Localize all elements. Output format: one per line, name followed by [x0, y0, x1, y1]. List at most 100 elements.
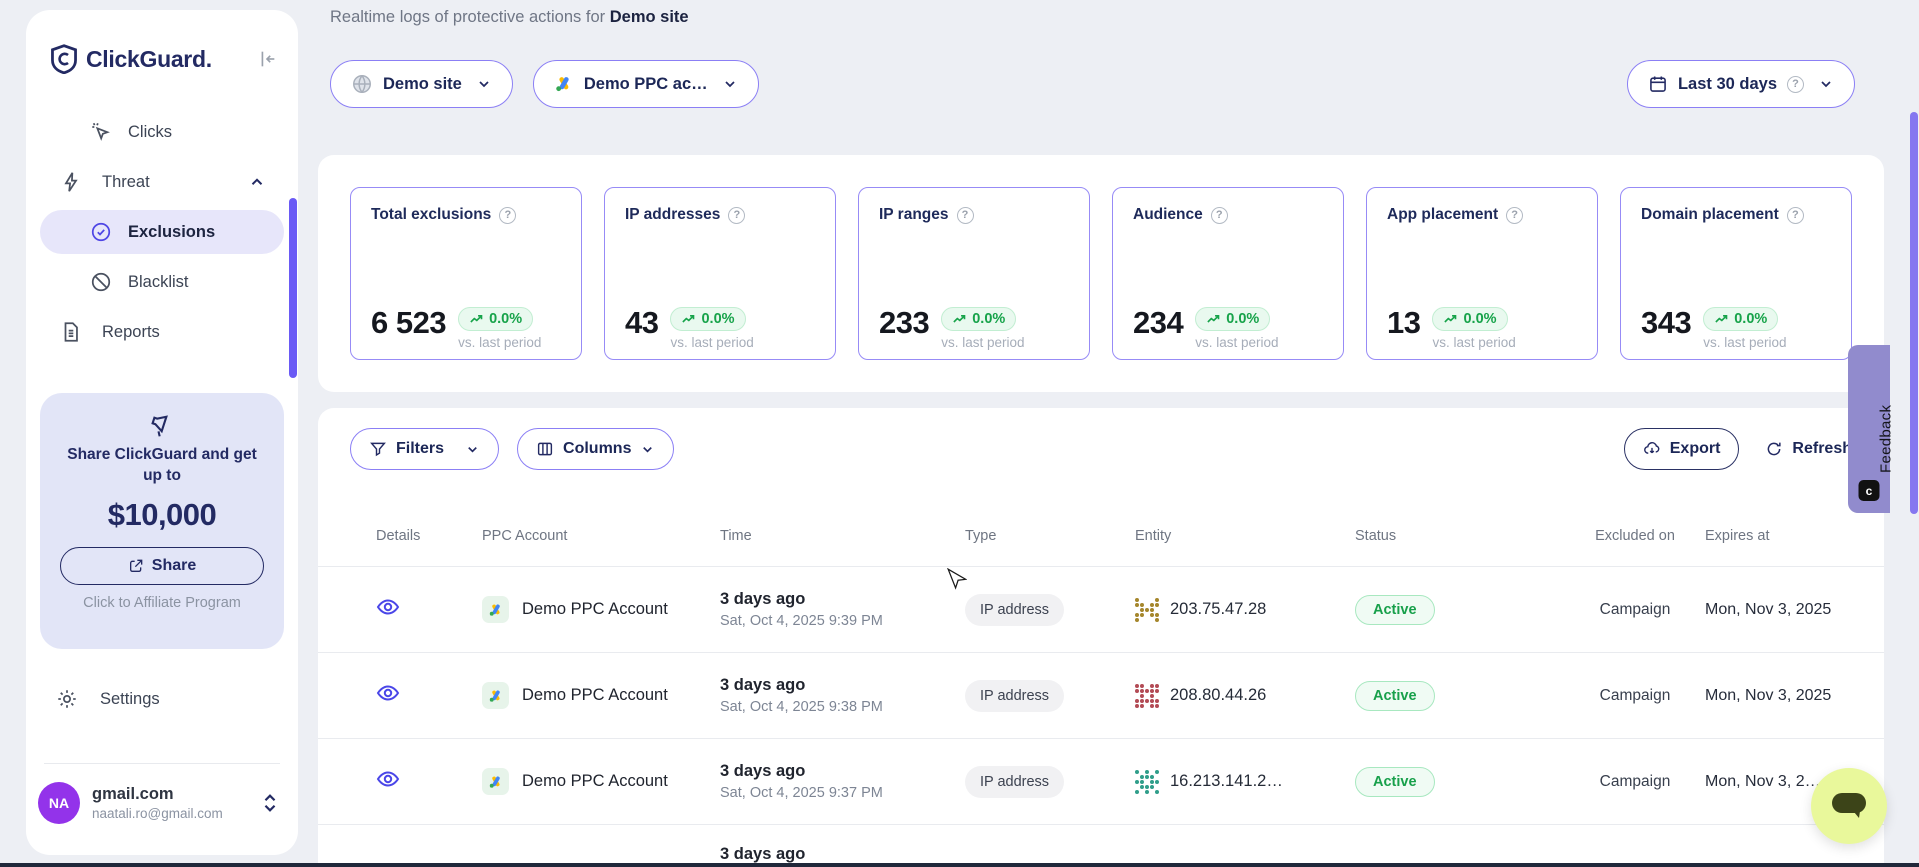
filter-icon	[369, 440, 387, 458]
stat-label: App placement	[1387, 206, 1498, 224]
refresh-button[interactable]: Refresh	[1765, 440, 1852, 458]
help-icon[interactable]: ?	[957, 207, 974, 224]
viewport-bottom-strip	[0, 863, 1919, 867]
status-badge: Active	[1355, 595, 1435, 625]
brand-logo[interactable]: ClickGuard.	[50, 44, 212, 74]
columns-icon	[536, 440, 554, 458]
context-selectors: Demo site Demo PPC ac…	[330, 60, 759, 108]
user-meta: gmail.com naatali.ro@gmail.com	[92, 785, 223, 821]
export-button[interactable]: Export	[1624, 428, 1740, 470]
sidebar-item-label: Clicks	[128, 123, 172, 142]
stat-label: IP addresses	[625, 206, 720, 224]
date-range-value: Last 30 days	[1678, 75, 1777, 94]
site-selector-value: Demo site	[383, 75, 462, 94]
sidebar-item-clicks[interactable]: Clicks	[26, 110, 298, 154]
external-link-icon	[128, 558, 144, 574]
user-email: naatali.ro@gmail.com	[92, 806, 223, 821]
column-header-expires-at[interactable]: Expires at	[1690, 528, 1852, 544]
table-row[interactable]: Demo PPC Account 3 days agoSat, Oct 4, 2…	[318, 567, 1884, 653]
ppc-account-selector[interactable]: Demo PPC ac…	[533, 60, 759, 108]
eye-icon	[376, 681, 400, 705]
stat-card-ip-addresses: IP addresses? 43 0.0%vs. last period	[604, 187, 836, 360]
affiliate-link[interactable]: Click to Affiliate Program	[40, 595, 284, 611]
promo-text: Share ClickGuard and get up to	[40, 445, 284, 487]
columns-label: Columns	[563, 440, 631, 458]
page-scrollbar[interactable]	[1910, 112, 1918, 514]
columns-button[interactable]: Columns	[517, 428, 674, 470]
help-icon[interactable]: ?	[728, 207, 745, 224]
table-row-partial[interactable]: 3 days ago	[318, 825, 1884, 867]
sidebar-collapse-icon[interactable]	[256, 48, 278, 70]
chat-launcher-button[interactable]	[1811, 768, 1887, 844]
stat-label: Total exclusions	[371, 206, 491, 224]
help-icon[interactable]: ?	[1787, 76, 1804, 93]
sidebar-item-threat[interactable]: Threat	[26, 160, 298, 204]
table-toolbar: Filters Columns Export Refresh	[350, 428, 1852, 470]
feedback-tab[interactable]: Feedback c	[1848, 345, 1890, 513]
view-details-button[interactable]	[376, 595, 400, 619]
sidebar-item-reports[interactable]: Reports	[26, 310, 298, 354]
chevron-down-icon	[722, 76, 738, 92]
help-icon[interactable]: ?	[1506, 207, 1523, 224]
stat-card-domain-placement: Domain placement? 343 0.0%vs. last perio…	[1620, 187, 1852, 360]
column-header-excluded-on[interactable]: Excluded on	[1580, 526, 1690, 546]
chevron-down-icon	[1818, 76, 1834, 92]
google-ads-icon	[482, 682, 509, 709]
column-header-details[interactable]: Details	[350, 528, 482, 544]
gear-icon	[56, 688, 78, 710]
help-icon[interactable]: ?	[499, 207, 516, 224]
view-details-button[interactable]	[376, 681, 400, 705]
stat-card-total-exclusions: Total exclusions? 6 523 0.0%vs. last per…	[350, 187, 582, 360]
view-details-button[interactable]	[376, 767, 400, 791]
type-badge: IP address	[965, 594, 1064, 626]
stat-change: 0.0%	[1226, 311, 1259, 327]
date-range-selector[interactable]: Last 30 days ?	[1627, 60, 1855, 108]
help-icon[interactable]: ?	[1211, 207, 1228, 224]
table-row[interactable]: Demo PPC Account 3 days agoSat, Oct 4, 2…	[318, 739, 1884, 825]
sidebar-item-blacklist[interactable]: Blacklist	[26, 260, 298, 304]
subtitle-text: Realtime logs of protective actions for	[330, 8, 605, 26]
help-icon[interactable]: ?	[1787, 207, 1804, 224]
sidebar-item-settings[interactable]: Settings	[56, 688, 160, 710]
sidebar-item-label: Blacklist	[128, 273, 189, 292]
chevron-up-icon[interactable]	[248, 173, 266, 191]
document-icon	[60, 321, 82, 343]
stats-panel: Total exclusions? 6 523 0.0%vs. last per…	[318, 155, 1884, 392]
stat-compare: vs. last period	[941, 335, 1024, 350]
site-selector[interactable]: Demo site	[330, 60, 513, 108]
entity-value: 208.80.44.26	[1170, 686, 1266, 705]
page-subtitle: Realtime logs of protective actions for …	[330, 8, 689, 27]
google-ads-icon	[482, 596, 509, 623]
sidebar-item-label: Exclusions	[128, 223, 215, 242]
table-row[interactable]: Demo PPC Account 3 days agoSat, Oct 4, 2…	[318, 653, 1884, 739]
column-header-time[interactable]: Time	[720, 528, 965, 544]
time-absolute: Sat, Oct 4, 2025 9:37 PM	[720, 785, 965, 801]
user-menu[interactable]: NA gmail.com naatali.ro@gmail.com	[38, 782, 286, 824]
time-relative: 3 days ago	[720, 845, 965, 864]
sidebar-scrollbar[interactable]	[289, 198, 297, 378]
column-header-type[interactable]: Type	[965, 528, 1135, 544]
column-header-status[interactable]: Status	[1355, 528, 1580, 544]
stat-compare: vs. last period	[670, 335, 753, 350]
filters-button[interactable]: Filters	[350, 428, 499, 470]
column-header-ppc-account[interactable]: PPC Account	[482, 528, 720, 544]
click-cursor-icon	[90, 121, 112, 143]
google-ads-icon	[554, 74, 574, 94]
stat-card-ip-ranges: IP ranges? 233 0.0%vs. last period	[858, 187, 1090, 360]
trend-up-icon	[469, 312, 484, 327]
chevron-down-icon	[465, 442, 480, 457]
table-header-row: Details PPC Account Time Type Entity Sta…	[318, 526, 1884, 567]
lightning-icon	[60, 171, 82, 193]
affiliate-promo-card[interactable]: Share ClickGuard and get up to $10,000 S…	[40, 393, 284, 649]
column-header-entity[interactable]: Entity	[1135, 528, 1355, 544]
export-label: Export	[1670, 440, 1721, 458]
entity-value: 16.213.141.2…	[1170, 772, 1283, 791]
ban-icon	[90, 271, 112, 293]
sidebar-item-exclusions[interactable]: Exclusions	[40, 210, 284, 254]
share-button[interactable]: Share	[60, 547, 264, 585]
app-root: ClickGuard. Clicks Threat Exclusions Bla…	[0, 0, 1919, 867]
entity-value: 203.75.47.28	[1170, 600, 1266, 619]
user-name: gmail.com	[92, 785, 223, 804]
stat-label: Audience	[1133, 206, 1203, 224]
chevron-down-icon	[476, 76, 492, 92]
